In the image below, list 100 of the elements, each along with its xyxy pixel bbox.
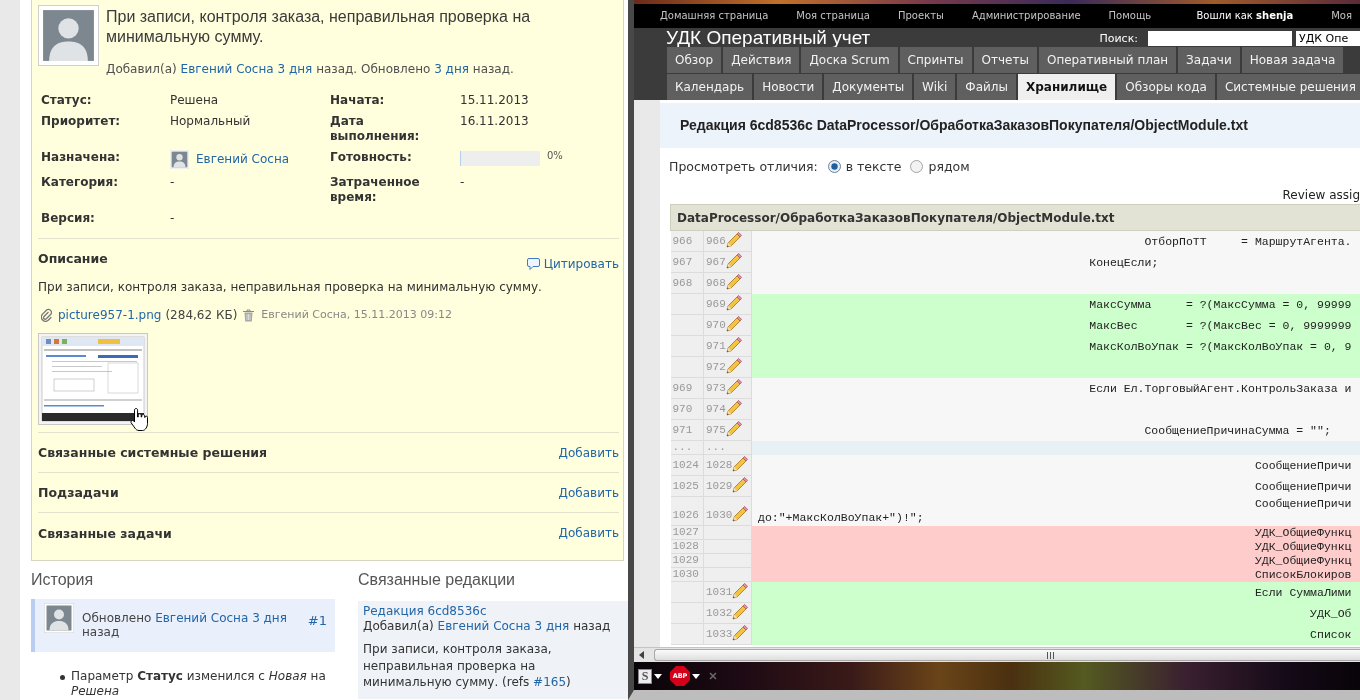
revision-heading: Редакция 6cd8536c DataProcessor/ОбработкаЗаказовПокупателя/ObjectModule.txt bbox=[660, 103, 1360, 148]
add-link[interactable]: Добавить bbox=[558, 445, 619, 460]
diff-file-header: DataProcessor/ОбработкаЗаказовПокупателя/ObjectModule.txt bbox=[670, 204, 1360, 231]
menu-link[interactable]: Помощь bbox=[1108, 10, 1152, 22]
pencil-icon[interactable] bbox=[725, 274, 742, 290]
tab[interactable]: Доска Scrum bbox=[801, 47, 898, 73]
user-link[interactable]: Евгений Сосна bbox=[180, 62, 274, 76]
new-line-number: 971 bbox=[706, 340, 726, 353]
field-label: Версия: bbox=[41, 211, 96, 226]
pencil-icon[interactable] bbox=[725, 316, 742, 332]
radio-label[interactable]: в тексте bbox=[845, 159, 902, 174]
new-line-number: 1030 bbox=[706, 509, 733, 522]
progress-percent: 0% bbox=[547, 150, 563, 162]
code-text: до:"+МаксКолВоУпак+")!"; bbox=[758, 510, 924, 524]
pencil-icon[interactable] bbox=[732, 456, 749, 472]
tab[interactable]: Документы bbox=[824, 74, 913, 100]
user-silhouette-icon bbox=[44, 603, 74, 633]
scrollbar-thumb[interactable] bbox=[654, 649, 1360, 661]
time-link[interactable]: 3 дня bbox=[252, 611, 287, 625]
time-link[interactable]: 3 дня bbox=[534, 619, 570, 633]
pencil-icon[interactable] bbox=[732, 625, 749, 641]
scroll-left-arrow-icon[interactable] bbox=[638, 651, 644, 659]
add-link[interactable]: Добавить bbox=[558, 485, 619, 500]
tab[interactable]: Календарь bbox=[667, 74, 753, 100]
tab[interactable]: Wiki bbox=[914, 74, 956, 100]
trash-icon[interactable] bbox=[243, 308, 255, 322]
description-text: При записи, контроля заказа, неправильная проверка на минимальную сумму. bbox=[38, 280, 543, 294]
screenshot-thumbnail-drawing[interactable] bbox=[38, 333, 148, 425]
pencil-icon[interactable] bbox=[725, 358, 742, 374]
user-link[interactable]: Евгений Сосна bbox=[196, 152, 290, 167]
tab[interactable]: Хранилище bbox=[1017, 74, 1116, 100]
radio-button[interactable] bbox=[827, 160, 841, 173]
pencil-icon[interactable] bbox=[732, 583, 749, 599]
old-line-number: 966 bbox=[672, 235, 693, 247]
tab[interactable]: Системные решения bbox=[1216, 74, 1360, 100]
pencil-icon[interactable] bbox=[725, 253, 742, 269]
field-label: Назначена: bbox=[41, 150, 122, 165]
menu-link[interactable]: Проекты bbox=[898, 10, 944, 22]
tab[interactable]: Файлы bbox=[957, 74, 1016, 100]
revision-message: При записи, контроля заказа, неправильная проверка на минимальную сумму. (refs #165) bbox=[363, 641, 572, 691]
tab[interactable]: Обзор bbox=[667, 47, 722, 73]
add-link[interactable]: Добавить bbox=[558, 526, 619, 540]
old-line-number: 1026 bbox=[672, 509, 699, 521]
quote-link[interactable]: Цитировать bbox=[526, 257, 619, 271]
old-line-number: 1029 bbox=[672, 554, 699, 566]
diff-view-label: Просмотреть отличия: bbox=[669, 159, 818, 174]
caret-icon[interactable] bbox=[692, 673, 700, 679]
pencil-icon[interactable] bbox=[725, 379, 742, 395]
menu-link[interactable]: Моя страница bbox=[796, 10, 870, 22]
file-size: (284,62 КБ) bbox=[165, 308, 238, 322]
tab[interactable]: Новая задача bbox=[1241, 47, 1344, 73]
tab[interactable]: Задачи bbox=[1178, 47, 1240, 73]
tab[interactable]: Отчеты bbox=[973, 47, 1037, 73]
pencil-icon[interactable] bbox=[732, 604, 749, 620]
new-line-number: 1028 bbox=[706, 459, 733, 472]
pencil-icon[interactable] bbox=[725, 400, 742, 416]
new-line-number: 973 bbox=[706, 382, 726, 395]
field-value: - bbox=[170, 211, 176, 226]
radio-label[interactable]: рядом bbox=[928, 159, 970, 174]
user-link[interactable]: Евгений Сосна bbox=[155, 611, 249, 625]
issue-byline: Добавил(а) Евгений Сосна 3 дня назад. Обновлено 3 дня назад. bbox=[106, 62, 515, 76]
close-icon[interactable] bbox=[709, 672, 717, 680]
tab[interactable]: Новости bbox=[754, 74, 823, 100]
bullet-icon bbox=[60, 675, 65, 680]
pencil-icon[interactable] bbox=[732, 506, 749, 522]
old-line-number: 1024 bbox=[672, 459, 699, 471]
revision-byline: Добавил(а) Евгений Сосна 3 дня назад bbox=[363, 619, 612, 634]
attachment-link[interactable]: picture957-1.png bbox=[58, 308, 162, 322]
menu-link[interactable]: Домашняя страница bbox=[660, 10, 769, 22]
tab[interactable]: Оперативный план bbox=[1038, 47, 1177, 73]
menu-link[interactable]: Администрирование bbox=[971, 10, 1081, 22]
revision-link[interactable]: Редакция 6cd8536c bbox=[363, 604, 487, 619]
time-link[interactable]: 3 дня bbox=[277, 62, 313, 76]
section-title: Связанные редакции bbox=[358, 570, 516, 590]
pencil-icon[interactable] bbox=[732, 477, 749, 493]
addon-button[interactable]: S bbox=[638, 668, 652, 684]
tab[interactable]: Обзоры кода bbox=[1117, 74, 1215, 100]
tab[interactable]: Спринты bbox=[899, 47, 972, 73]
issue-link[interactable]: #165 bbox=[533, 675, 567, 689]
search-field[interactable] bbox=[1148, 31, 1292, 46]
time-link[interactable]: 3 дня bbox=[434, 62, 469, 76]
menu-link[interactable]: Моя bbox=[1331, 10, 1352, 22]
pencil-icon[interactable] bbox=[725, 337, 742, 353]
horizontal-scrollbar[interactable] bbox=[634, 647, 1360, 662]
pencil-icon[interactable] bbox=[725, 421, 742, 437]
caret-icon[interactable] bbox=[654, 673, 662, 679]
old-line-number: 1030 bbox=[672, 568, 699, 580]
project-title: УДК Оперативный учет bbox=[666, 28, 871, 47]
user-link[interactable]: Евгений Сосна bbox=[437, 619, 531, 633]
review-link[interactable]: Review assig bbox=[1282, 188, 1360, 202]
project-select[interactable]: УДК Опе bbox=[1296, 31, 1360, 46]
radio-button[interactable] bbox=[910, 160, 924, 173]
paperclip-icon bbox=[41, 308, 52, 322]
pencil-icon[interactable] bbox=[725, 295, 742, 311]
tab[interactable]: Действия bbox=[723, 47, 800, 73]
journal-number-link[interactable]: #1 bbox=[307, 614, 327, 628]
old-line-number: 970 bbox=[672, 403, 693, 415]
pencil-icon[interactable] bbox=[725, 232, 742, 248]
section-heading: Описание bbox=[38, 252, 108, 266]
code-text: СообщениеПричи bbox=[1254, 458, 1352, 472]
